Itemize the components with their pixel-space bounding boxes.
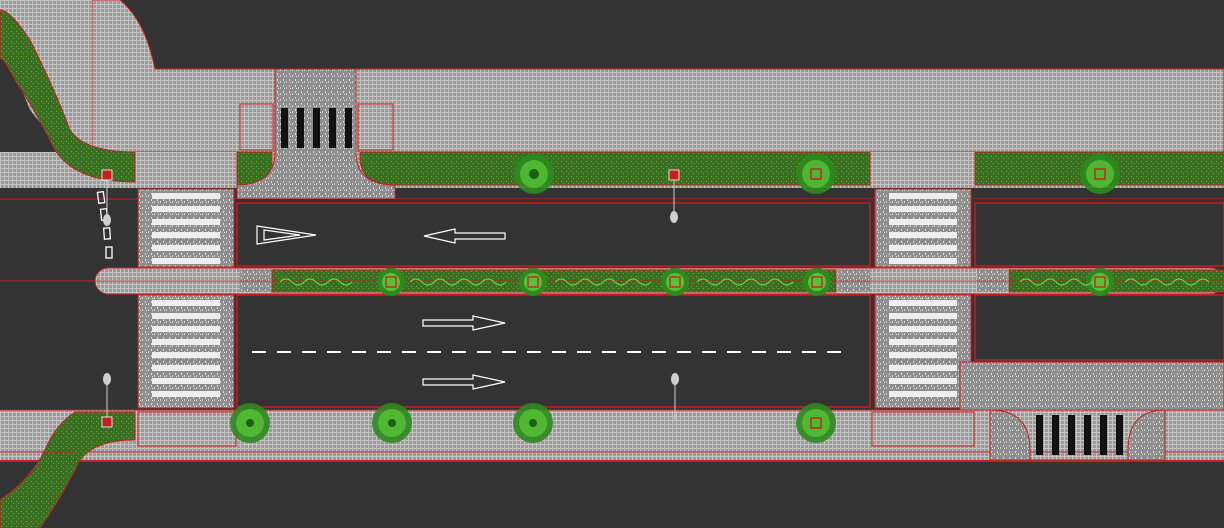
- tree-icon: [1080, 154, 1120, 194]
- planting-strip-top-2: [359, 151, 871, 186]
- median-tree-icon: [377, 268, 405, 296]
- tree-icon: [796, 154, 836, 194]
- median-tree-icon: [803, 268, 831, 296]
- crosswalk-west: [137, 188, 235, 409]
- tree-icon: [514, 154, 554, 194]
- median-tree-icon: [519, 268, 547, 296]
- tree-icon: [796, 403, 836, 443]
- sidewalk-right-lower: [959, 361, 1224, 411]
- tree-icon: [513, 403, 553, 443]
- tree-icon: [230, 403, 270, 443]
- median-tree-icon: [1086, 268, 1114, 296]
- road-plan-drawing: [0, 0, 1224, 528]
- median-tree-icon: [661, 268, 689, 296]
- tree-icon: [372, 403, 412, 443]
- crosswalk-east: [874, 188, 972, 409]
